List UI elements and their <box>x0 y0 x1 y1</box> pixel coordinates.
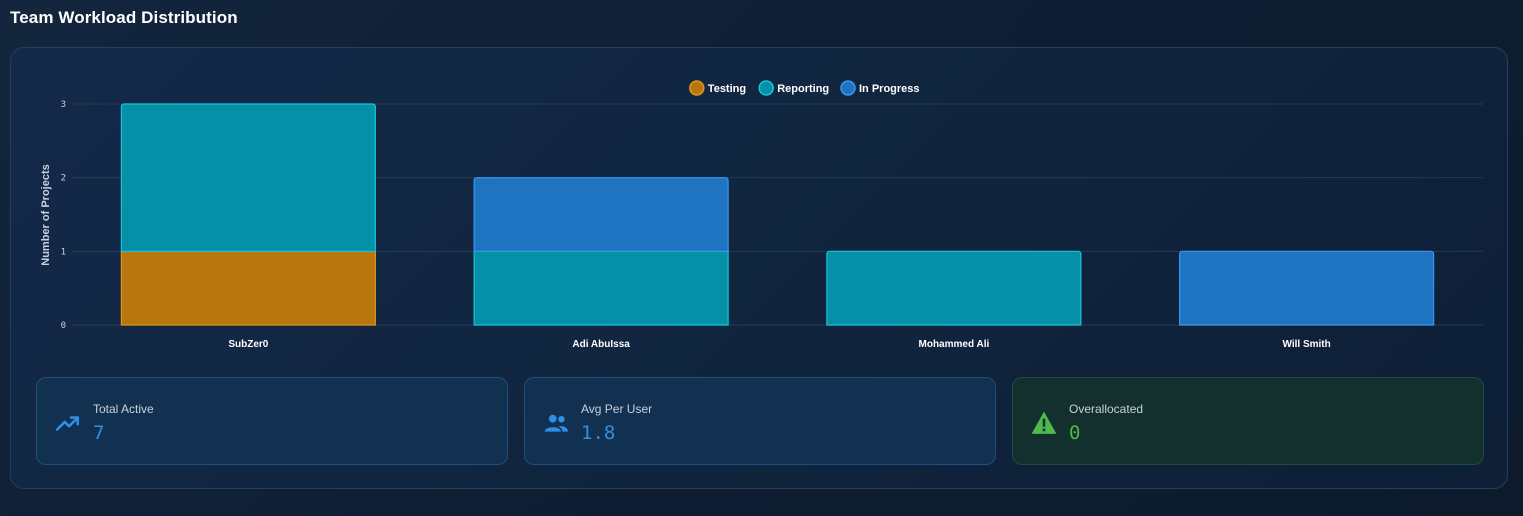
y-axis-label: Number of Projects <box>40 164 52 265</box>
x-tick-label: Adi AbuIssa <box>572 339 630 350</box>
stat-label: Overallocated <box>1069 402 1144 416</box>
legend-label[interactable]: In Progress <box>859 83 920 95</box>
stat-value: 7 <box>93 422 105 444</box>
legend-swatch[interactable] <box>689 80 705 96</box>
y-tick-label: 0 <box>61 321 66 331</box>
warning-icon <box>1031 411 1057 434</box>
bar-reporting <box>473 250 729 326</box>
bar-reporting <box>120 103 376 252</box>
total-active-card: Total Active 7 <box>36 377 508 465</box>
legend: Testing Reporting In Progress <box>689 80 920 96</box>
avg-per-user-card: Avg Per User 1.8 <box>524 377 996 465</box>
bar-in-progress <box>1179 250 1435 326</box>
stats-row: Total Active 7 Avg Per User 1.8 Overallo… <box>36 377 1484 465</box>
bar-reporting <box>826 250 1082 326</box>
stat-label: Total Active <box>93 402 154 416</box>
users-icon <box>544 414 568 432</box>
bar-in-progress <box>473 177 729 252</box>
stat-label: Avg Per User <box>581 402 653 416</box>
trending-up-icon <box>55 416 80 431</box>
bar-testing <box>120 250 376 326</box>
legend-swatch[interactable] <box>758 80 774 96</box>
bars <box>120 103 1435 326</box>
workload-chart-card: 0 1 2 3 SubZer0 Adi AbuIssa Mohammed Ali Will S… <box>10 47 1508 489</box>
x-tick-label: SubZer0 <box>228 339 268 350</box>
legend-label[interactable]: Reporting <box>777 83 829 95</box>
page-title: Team Workload Distribution <box>10 8 238 27</box>
legend-label[interactable]: Testing <box>708 83 746 95</box>
legend-swatch[interactable] <box>840 80 856 96</box>
x-tick-label: Mohammed Ali <box>919 339 990 350</box>
x-tick-label: Will Smith <box>1283 339 1331 350</box>
y-tick-label: 1 <box>61 247 66 257</box>
stat-value: 0 <box>1069 422 1081 444</box>
stat-value: 1.8 <box>581 422 616 444</box>
overallocated-card: Overallocated 0 <box>1012 377 1484 465</box>
y-tick-label: 3 <box>61 100 66 110</box>
workload-bar-chart: 0 1 2 3 SubZer0 Adi AbuIssa Mohammed Ali Will S… <box>40 80 1483 350</box>
y-tick-label: 2 <box>61 174 66 184</box>
